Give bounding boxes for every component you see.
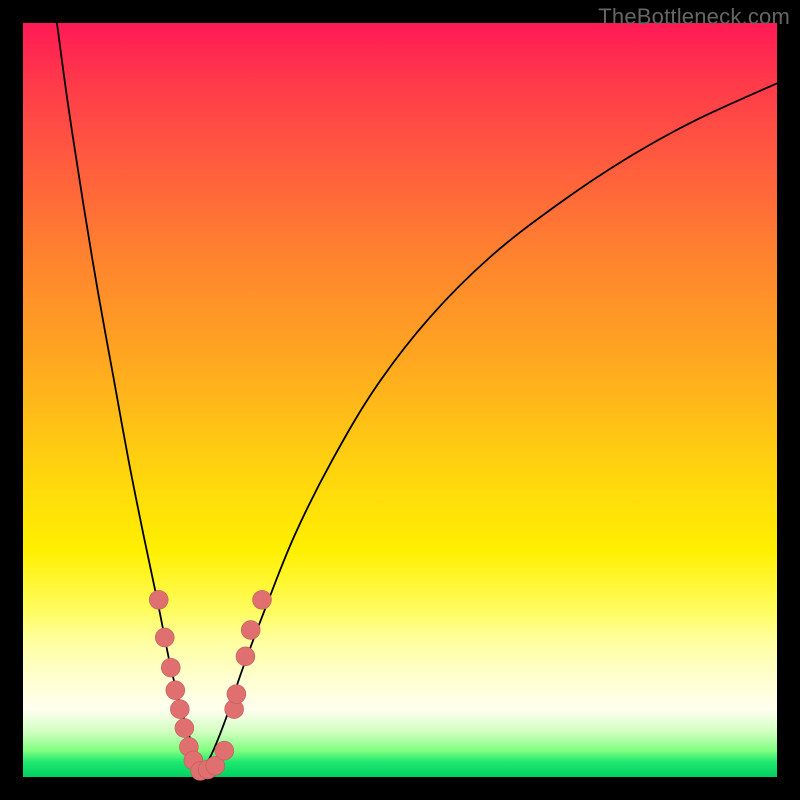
outer-frame: TheBottleneck.com — [0, 0, 800, 800]
chart-svg — [23, 23, 777, 777]
data-marker — [215, 741, 234, 760]
curve-left-branch — [57, 23, 200, 773]
data-marker — [155, 628, 174, 647]
data-marker — [175, 719, 194, 738]
watermark-text: TheBottleneck.com — [598, 4, 790, 30]
marker-group — [149, 590, 271, 780]
data-marker — [170, 700, 189, 719]
data-marker — [236, 647, 255, 666]
data-marker — [161, 658, 180, 677]
data-marker — [149, 590, 168, 609]
plot-area — [23, 23, 777, 777]
data-marker — [166, 681, 185, 700]
curve-right-branch — [200, 83, 777, 773]
data-marker — [241, 621, 260, 640]
data-marker — [227, 685, 246, 704]
data-marker — [253, 590, 272, 609]
